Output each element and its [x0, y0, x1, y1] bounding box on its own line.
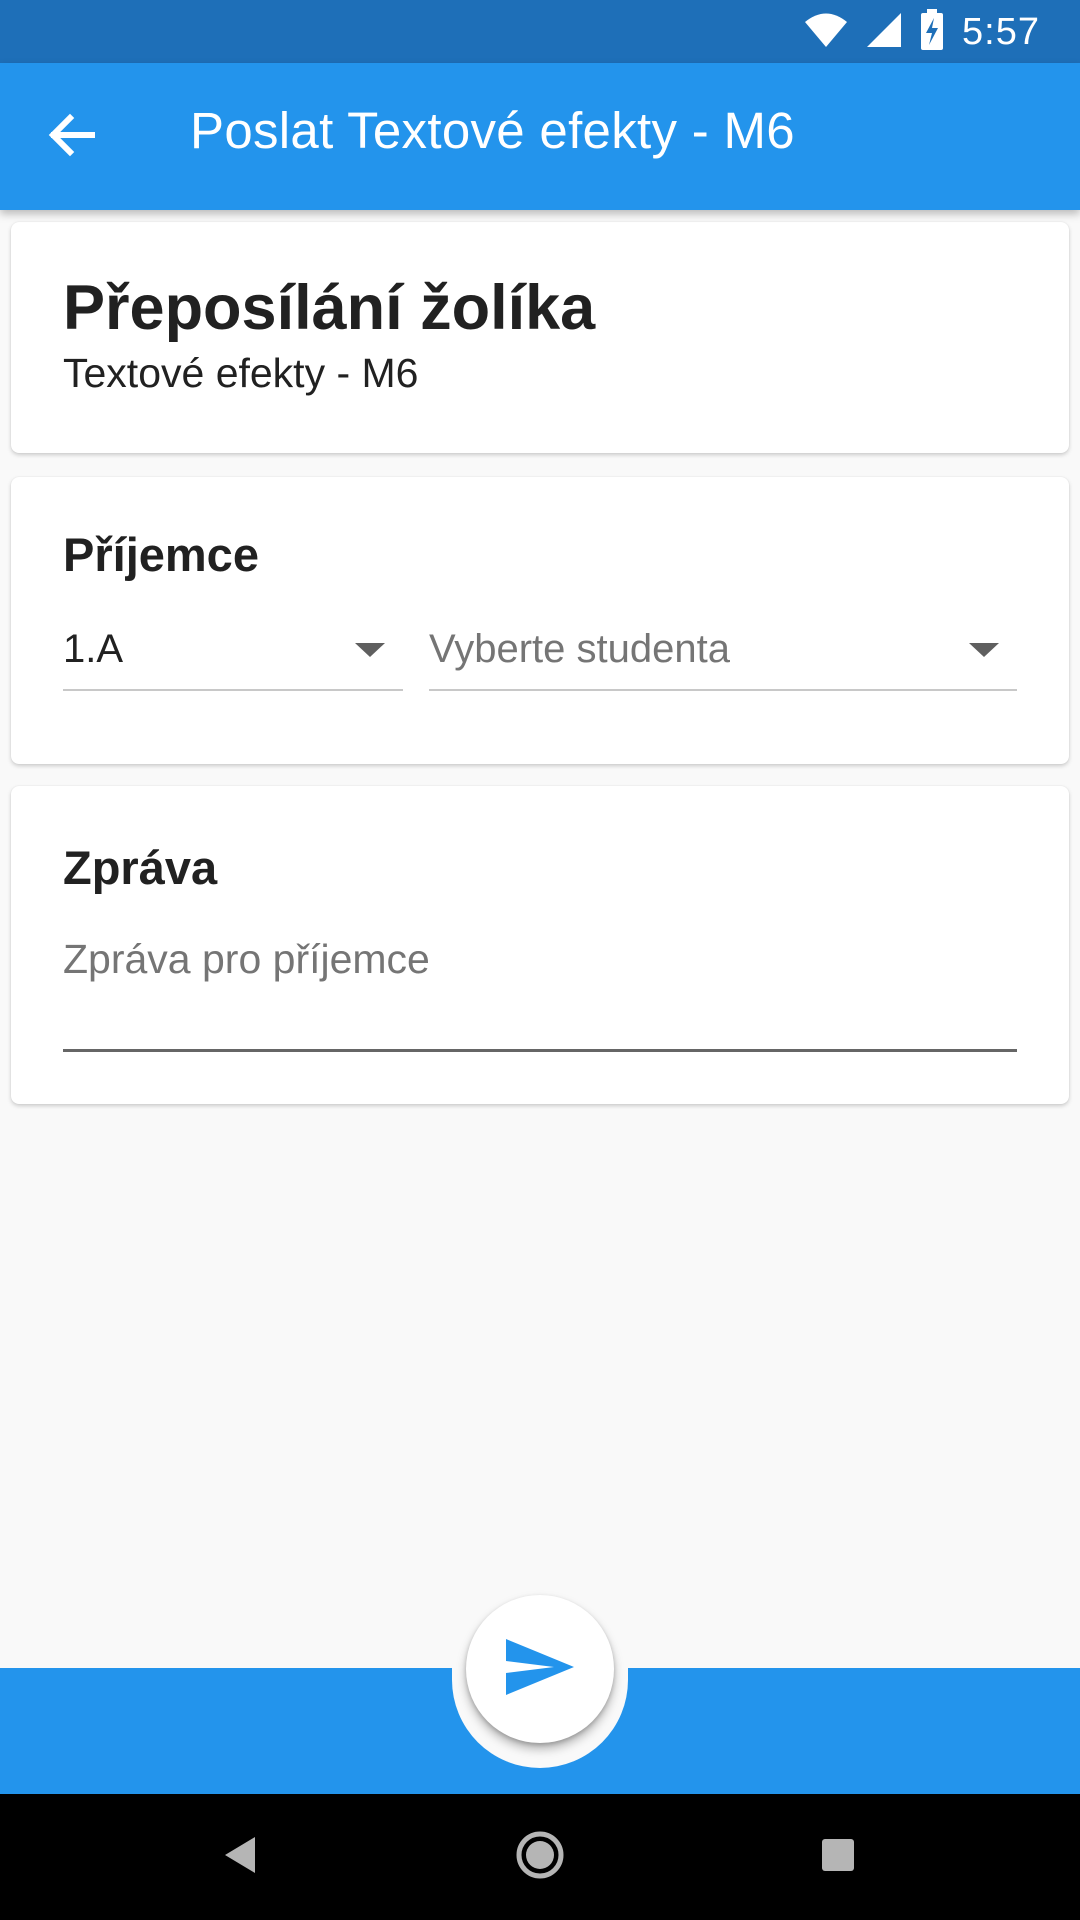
send-button[interactable] — [466, 1595, 614, 1743]
nav-home-button[interactable] — [510, 1827, 570, 1887]
message-input-placeholder: Zpráva pro příjemce — [63, 936, 430, 982]
app-bar-title: Poslat Textové efekty - M6 — [190, 102, 795, 159]
recipient-title: Příjemce — [63, 528, 259, 581]
recipient-card: Příjemce 1.A Vyberte studenta — [11, 477, 1069, 764]
arrow-back-icon — [48, 113, 96, 162]
status-icons: 5:57 — [804, 8, 1040, 56]
signal-icon — [866, 11, 902, 54]
send-joker-screen: 5:57 Poslat Textové efekty - M6 Přeposíl… — [0, 0, 1080, 1920]
wifi-icon — [804, 11, 848, 54]
message-input[interactable]: Zpráva pro příjemce — [63, 936, 1017, 1052]
header-card: Přeposílání žolíka Textové efekty - M6 — [11, 222, 1069, 453]
student-dropdown[interactable]: Vyberte studenta — [429, 615, 1017, 691]
nav-home-icon — [515, 1830, 565, 1885]
nav-recents-icon — [820, 1837, 856, 1878]
chevron-down-icon — [355, 643, 385, 657]
back-button[interactable] — [42, 107, 102, 167]
status-bar: 5:57 — [0, 0, 1080, 63]
battery-charging-icon — [920, 8, 944, 56]
class-dropdown-value: 1.A — [63, 627, 124, 671]
message-title: Zpráva — [63, 841, 218, 894]
status-time: 5:57 — [962, 10, 1040, 53]
nav-recents-button[interactable] — [808, 1827, 868, 1887]
page-subtitle: Textové efekty - M6 — [63, 350, 419, 396]
nav-back-icon — [223, 1835, 257, 1880]
chevron-down-icon — [969, 643, 999, 657]
app-bar: Poslat Textové efekty - M6 — [0, 63, 1080, 210]
send-icon — [504, 1637, 576, 1702]
page-title: Přeposílání žolíka — [63, 273, 596, 343]
message-card: Zpráva Zpráva pro příjemce — [11, 786, 1069, 1104]
class-dropdown[interactable]: 1.A — [63, 615, 403, 691]
nav-back-button[interactable] — [210, 1827, 270, 1887]
student-dropdown-placeholder: Vyberte studenta — [429, 627, 730, 671]
system-nav-bar — [0, 1794, 1080, 1920]
